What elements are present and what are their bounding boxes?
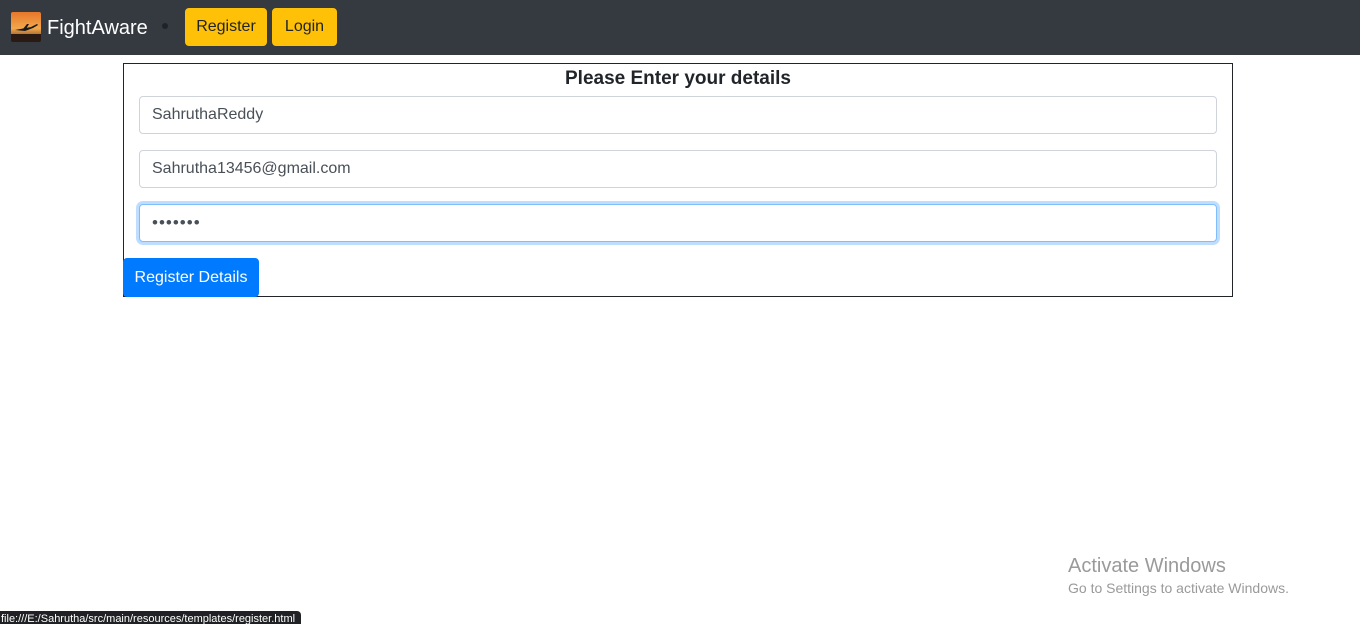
watermark-title: Activate Windows — [1068, 555, 1226, 577]
registration-form: Please Enter your details SahruthaReddy … — [123, 63, 1233, 297]
activate-windows-watermark: Activate Windows Go to Settings to activ… — [1068, 554, 1289, 598]
register-nav-button[interactable]: Register — [185, 8, 267, 46]
nav-separator-dot — [162, 23, 168, 29]
login-nav-button[interactable]: Login — [272, 8, 337, 46]
email-input[interactable]: Sahrutha13456@gmail.com — [139, 150, 1217, 188]
brand-name[interactable]: FightAware — [47, 15, 148, 41]
top-navbar: FightAware Register Login — [0, 0, 1360, 55]
register-details-button[interactable]: Register Details — [123, 258, 259, 297]
form-title: Please Enter your details — [565, 68, 791, 89]
watermark-subtitle: Go to Settings to activate Windows. — [1068, 580, 1289, 596]
password-input[interactable]: ••••••• — [139, 204, 1217, 242]
link-status-bar: file:///E:/Sahrutha/src/main/resources/t… — [0, 611, 302, 624]
airplane-sunset-logo-icon[interactable] — [11, 12, 41, 42]
username-input[interactable]: SahruthaReddy — [139, 96, 1217, 134]
